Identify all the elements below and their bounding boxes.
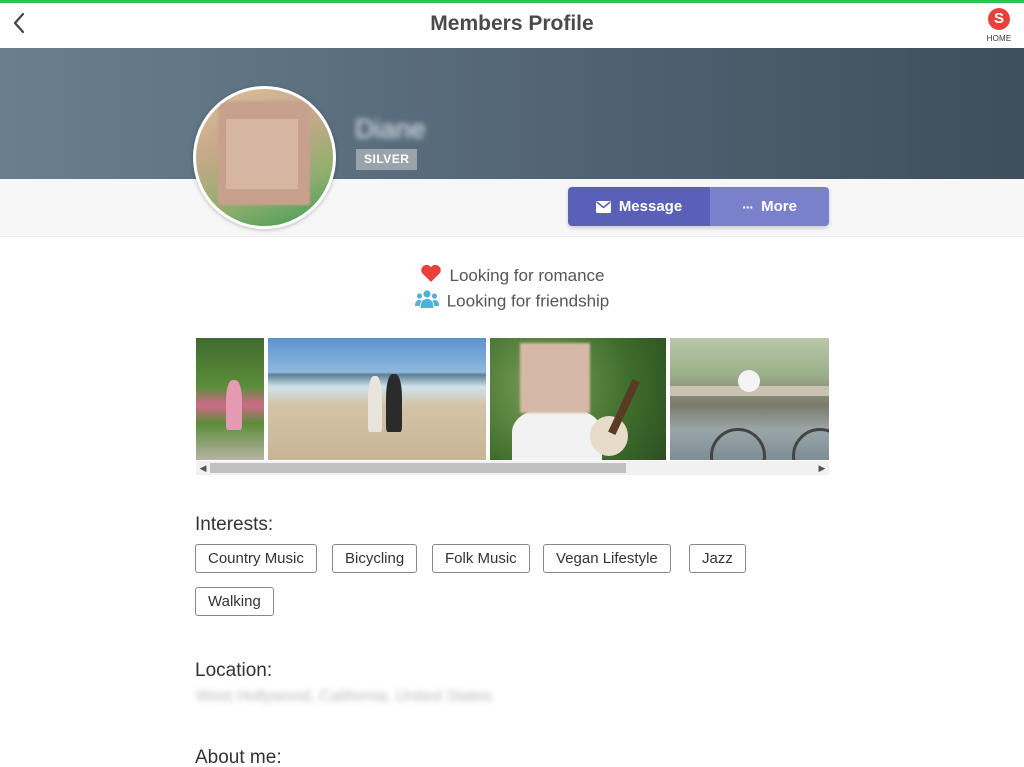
gallery-photo-bicycle[interactable] [670, 338, 829, 460]
member-name: Diane [355, 114, 426, 144]
people-icon [414, 289, 439, 314]
cover-banner [0, 48, 1024, 179]
ellipsis-icon: ··· [742, 198, 754, 215]
interest-tag: Bicycling [332, 544, 418, 573]
gallery-photo-guitar[interactable] [490, 338, 666, 460]
gallery-photo-beach[interactable] [268, 338, 486, 460]
message-button[interactable]: Message [568, 187, 710, 226]
photo-figure [512, 408, 602, 460]
photo-gallery [196, 338, 829, 460]
guitar-body [590, 416, 628, 456]
looking-for-romance-text: Looking for romance [449, 266, 605, 285]
profile-avatar[interactable] [193, 86, 336, 229]
home-button[interactable]: S HOME [982, 8, 1016, 48]
profile-action-bar [0, 179, 1024, 237]
bicycle-wheel [792, 428, 829, 460]
header-bar: Members Profile S HOME [0, 3, 1024, 48]
membership-badge: SILVER [356, 149, 418, 170]
scroll-left-icon[interactable]: ◀ [196, 461, 210, 475]
photo-face-blur [520, 343, 590, 413]
photo-figure [386, 374, 402, 432]
profile-actions: Message ··· More [568, 187, 829, 226]
page-title: Members Profile [430, 12, 594, 35]
interest-tag: Jazz [689, 544, 746, 573]
location-value: West Hollywood, California, United State… [196, 688, 492, 705]
interest-tag: Walking [195, 587, 274, 616]
heart-icon [420, 264, 442, 288]
message-button-label: Message [618, 198, 683, 215]
gallery-scrollbar[interactable]: ◀ ▶ [196, 461, 829, 475]
envelope-icon [595, 200, 611, 213]
avatar-face-blur-inner [226, 119, 298, 189]
looking-for-friendship: Looking for friendship [0, 289, 1024, 314]
bicycle-wheel [710, 428, 766, 460]
photo-figure [226, 380, 242, 430]
brand-logo-icon: S [988, 8, 1010, 30]
more-button-label: More [761, 198, 797, 215]
looking-for-friendship-text: Looking for friendship [446, 291, 610, 311]
interest-tag: Country Music [195, 544, 317, 573]
about-me-title: About me: [195, 747, 282, 767]
photo-dog [738, 370, 760, 392]
interests-title: Interests: [195, 514, 274, 535]
scrollbar-thumb[interactable] [210, 463, 626, 473]
interest-tag: Folk Music [432, 544, 530, 573]
home-label: HOME [986, 34, 1012, 43]
interest-tag: Vegan Lifestyle [543, 544, 671, 573]
more-button[interactable]: ··· More [710, 187, 829, 226]
scroll-right-icon[interactable]: ▶ [815, 461, 829, 475]
looking-for-romance: Looking for romance [0, 264, 1024, 288]
gallery-photo-garden[interactable] [196, 338, 264, 460]
location-title: Location: [195, 660, 273, 681]
photo-figure [368, 376, 382, 432]
